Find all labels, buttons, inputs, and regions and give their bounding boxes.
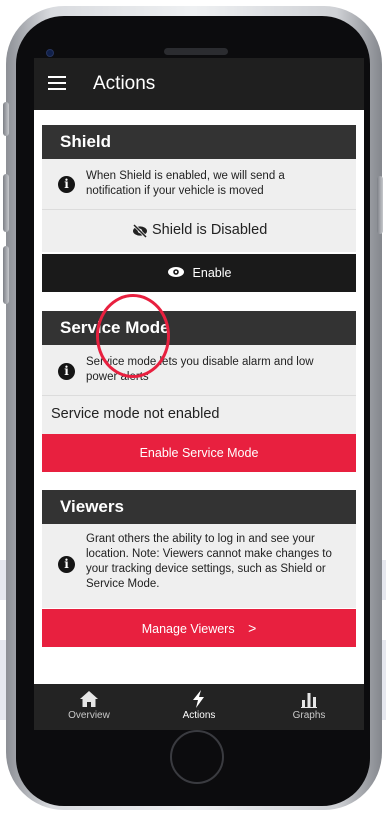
shield-section-header: Shield (42, 125, 356, 159)
shield-info-text: When Shield is enabled, we will send a n… (86, 170, 285, 197)
info-icon: i (58, 363, 75, 380)
front-camera (46, 49, 54, 57)
info-icon: i (58, 176, 75, 193)
eye-slash-icon (132, 224, 148, 238)
service-mode-info-block: i Service mode lets you disable alarm an… (42, 345, 356, 395)
tab-actions[interactable]: Actions (144, 684, 254, 730)
bar-chart-icon (301, 693, 317, 708)
tab-overview[interactable]: Overview (34, 684, 144, 730)
lightning-bolt-icon (193, 690, 204, 708)
enable-service-mode-label: Enable Service Mode (139, 446, 259, 460)
shield-status-text: Shield is Disabled (152, 222, 268, 238)
app-screen: Actions Shield i When Shield is enabled,… (34, 58, 364, 730)
home-button[interactable] (170, 730, 224, 784)
enable-shield-label: Enable (192, 266, 232, 280)
power-button (377, 176, 383, 234)
service-mode-status-text: Service mode not enabled (51, 406, 220, 422)
manage-viewers-label: Manage Viewers (141, 622, 235, 636)
tab-graphs[interactable]: Graphs (254, 684, 364, 730)
highlight-circle (96, 294, 170, 378)
manage-viewers-button[interactable]: Manage Viewers > (42, 609, 356, 647)
enable-service-mode-button[interactable]: Enable Service Mode (42, 434, 356, 472)
service-mode-status: Service mode not enabled (42, 396, 356, 434)
info-icon: i (58, 556, 75, 573)
shield-status: Shield is Disabled (42, 210, 356, 252)
chevron-right-icon: > (248, 620, 257, 636)
service-mode-section-header: Service Mode (42, 311, 356, 345)
app-bar: Actions (34, 58, 364, 110)
eye-icon (167, 267, 184, 278)
tab-overview-label: Overview (68, 710, 110, 721)
volume-up-button (3, 174, 9, 232)
page-title: Actions (93, 73, 156, 94)
bottom-tab-bar: Overview Actions Graphs (34, 684, 364, 730)
earpiece-speaker (164, 48, 228, 55)
enable-shield-button[interactable]: Enable (42, 254, 356, 292)
tab-actions-label: Actions (182, 710, 216, 721)
volume-down-button (3, 246, 9, 304)
viewers-info-block: i Grant others the ability to log in and… (42, 524, 356, 608)
mute-switch (3, 102, 9, 136)
viewers-info-text: Grant others the ability to log in and s… (86, 533, 332, 590)
hamburger-menu-icon[interactable] (48, 76, 66, 90)
shield-info-block: i When Shield is enabled, we will send a… (42, 159, 356, 209)
tab-graphs-label: Graphs (292, 710, 326, 721)
viewers-section-header: Viewers (42, 490, 356, 524)
home-icon (80, 691, 98, 707)
